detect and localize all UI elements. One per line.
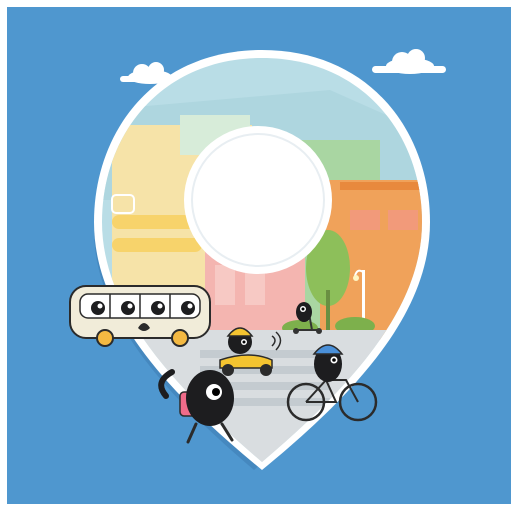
bus-icon	[69, 285, 211, 347]
illustration-canvas	[0, 0, 518, 511]
map-pin-illustration	[7, 7, 511, 504]
